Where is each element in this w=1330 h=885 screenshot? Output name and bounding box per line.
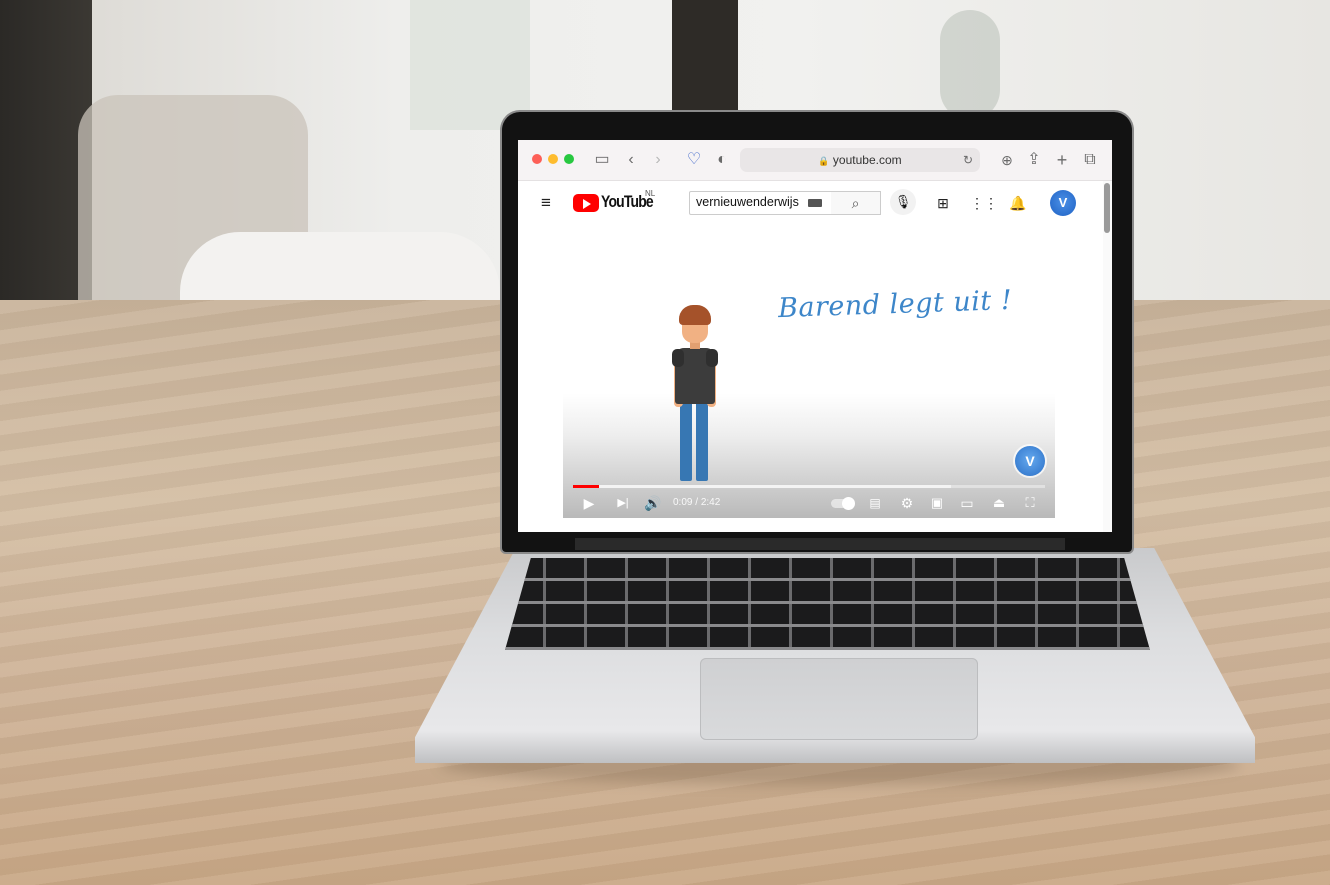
time-display: 0:09 / 2:42 — [673, 497, 720, 508]
duration: 2:42 — [700, 497, 721, 508]
sidebar-icon[interactable]: ▭ — [592, 150, 612, 170]
safari-toolbar: ▭ ‹ › ♡ ◐ 🔒 youtube.com ↻ ⊕ ⇪ + ⧉ — [518, 140, 1112, 181]
back-icon[interactable]: ‹ — [621, 150, 641, 170]
search-input[interactable]: vernieuwenderwijs — [689, 191, 833, 215]
address-bar[interactable]: 🔒 youtube.com ↻ — [740, 148, 980, 172]
progress-played — [573, 485, 600, 488]
youtube-header: ≡ YouTube NL vernieuwenderwijs ⌕ 🎙 ⊞ ⋮⋮ … — [518, 181, 1102, 223]
minimize-window-button[interactable] — [548, 154, 558, 164]
keyboard-icon[interactable] — [808, 199, 822, 207]
menu-icon[interactable]: ≡ — [536, 193, 556, 213]
character-sleeve — [706, 349, 718, 367]
laptop-screen: ▭ ‹ › ♡ ◐ 🔒 youtube.com ↻ ⊕ ⇪ + ⧉ ≡ YouT… — [518, 140, 1112, 532]
volume-icon[interactable]: 🔊 — [643, 493, 663, 513]
video-title-overlay: Barend legt uit ! — [777, 284, 1013, 325]
download-icon[interactable]: ⊕ — [997, 150, 1017, 170]
forward-icon[interactable]: › — [648, 150, 668, 170]
reload-icon[interactable]: ↻ — [958, 150, 978, 170]
settings-gear-icon[interactable]: ⚙ — [897, 493, 917, 513]
search-icon: ⌕ — [851, 195, 860, 211]
progress-buffered — [573, 485, 951, 488]
play-icon[interactable]: ▶ — [579, 493, 599, 513]
apps-grid-icon[interactable]: ⋮⋮ — [970, 193, 998, 213]
background-window — [410, 0, 530, 130]
character-sleeve — [672, 349, 684, 367]
autoplay-toggle[interactable] — [831, 497, 855, 510]
zoom-window-button[interactable] — [564, 154, 574, 164]
address-text: 🔒 youtube.com — [740, 148, 980, 172]
country-code: NL — [645, 189, 656, 198]
tabs-icon[interactable]: ⧉ — [1080, 150, 1100, 170]
url-label: youtube.com — [832, 153, 902, 167]
share-icon[interactable]: ⇪ — [1024, 150, 1044, 170]
progress-bar[interactable] — [573, 485, 1045, 488]
play-triangle-icon — [583, 199, 591, 209]
next-icon[interactable]: ▶| — [613, 493, 633, 513]
current-time: 0:09 — [673, 497, 693, 508]
notifications-bell-icon[interactable]: 🔔 — [1008, 193, 1028, 213]
pocket-icon[interactable]: ♡ — [684, 150, 704, 170]
background-door-frame — [672, 0, 738, 120]
scrollbar[interactable] — [1103, 181, 1112, 532]
close-window-button[interactable] — [532, 154, 542, 164]
subtitles-icon[interactable]: ▤ — [865, 493, 885, 513]
theater-mode-icon[interactable]: ▭ — [957, 493, 977, 513]
character-leg — [696, 401, 708, 481]
new-tab-icon[interactable]: + — [1052, 150, 1072, 170]
laptop-hinge — [575, 538, 1065, 550]
video-player[interactable]: Barend legt uit ! V ▶ ▶| 🔊 0:09 / 2:42 ▤… — [563, 241, 1055, 518]
character-hair — [679, 305, 711, 325]
autoplay-knob — [842, 497, 855, 510]
shield-icon[interactable]: ◐ — [712, 150, 732, 170]
miniplayer-icon[interactable]: ▣ — [927, 493, 947, 513]
create-video-icon[interactable]: ⊞ — [933, 193, 953, 213]
search-button[interactable]: ⌕ — [831, 191, 881, 215]
background-plant — [940, 10, 1000, 120]
channel-watermark-badge[interactable]: V — [1015, 446, 1045, 476]
lock-icon: 🔒 — [818, 156, 830, 166]
search-value: vernieuwenderwijs — [696, 195, 799, 209]
trackpad — [700, 658, 978, 740]
microphone-icon[interactable]: 🎙 — [890, 189, 916, 215]
avatar[interactable]: V — [1050, 190, 1076, 216]
airplay-icon[interactable]: ⏏ — [989, 493, 1009, 513]
fullscreen-icon[interactable]: ⛶ — [1020, 493, 1040, 513]
keyboard-rows — [505, 558, 1150, 650]
character-leg — [680, 401, 692, 481]
time-separator: / — [692, 497, 701, 508]
scrollbar-thumb[interactable] — [1104, 183, 1110, 233]
